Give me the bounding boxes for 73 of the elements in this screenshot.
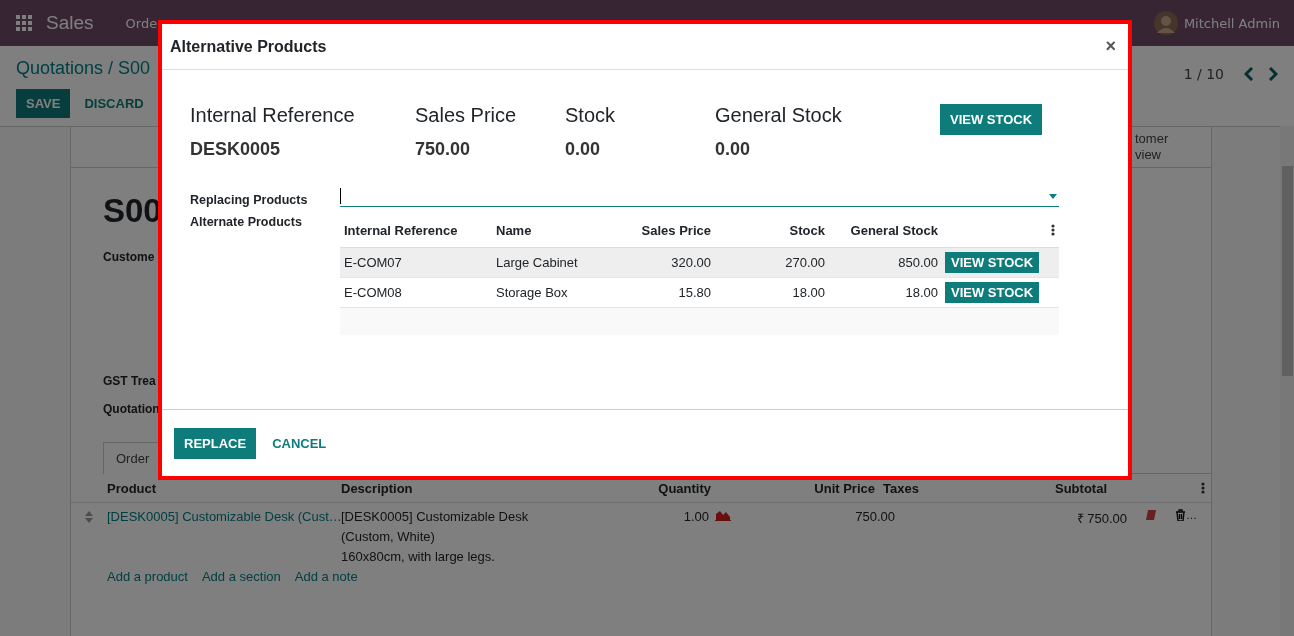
avatar-icon	[1153, 11, 1178, 35]
description-line: [DESK0005] Customizable Desk	[341, 508, 530, 526]
truncation-mark: …	[1186, 509, 1197, 521]
menu-item[interactable]: Orde	[125, 15, 158, 31]
more-options-icon	[1051, 224, 1055, 236]
add-link[interactable]: Add a product	[107, 569, 188, 584]
close-button[interactable]: ×	[1099, 35, 1122, 58]
view-stock-button[interactable]: VIEW STOCK	[945, 282, 1040, 303]
column-header: Product	[107, 480, 158, 496]
summary-value: 750.00	[415, 139, 472, 160]
field-label: Quotation	[103, 402, 160, 416]
summary-label: Sales Price	[415, 104, 518, 127]
table-cell-text: 18.00	[791, 285, 825, 300]
table-cell-text: Storage Box	[496, 285, 569, 300]
table-cell-text: 18.00	[904, 285, 938, 300]
field-label: Custome	[103, 250, 155, 264]
next-icon[interactable]	[1268, 67, 1278, 81]
column-header: Taxes	[882, 480, 920, 496]
field-label: GST Trea	[103, 374, 156, 388]
column-header: General Stock	[849, 222, 938, 238]
summary-value: 0.00	[565, 139, 602, 160]
column-header: Description	[341, 480, 414, 496]
product-link[interactable]: [DESK0005] Customizable Desk (Cust…	[107, 509, 341, 524]
summary-label: Stock	[565, 104, 617, 127]
view-stock-button[interactable]: VIEW STOCK	[945, 252, 1040, 273]
table-cell-text: 270.00	[784, 255, 825, 270]
column-header: Sales Price	[640, 222, 711, 238]
column-header: Quantity	[657, 480, 711, 496]
text-button[interactable]: CANCEL	[262, 427, 337, 459]
column-header: Name	[496, 222, 533, 238]
area-chart-icon	[715, 509, 731, 521]
summary-label: General Stock	[715, 104, 843, 127]
table-cell-text: E-COM08	[343, 285, 403, 300]
column-header: Stock	[788, 222, 825, 238]
primary-button[interactable]: SAVE	[16, 89, 71, 118]
field-label: Alternate Products	[190, 214, 303, 231]
table-cell-text: 15.80	[677, 285, 711, 300]
user-name[interactable]: Mitchell Admin	[1183, 15, 1280, 31]
description-line: 160x80cm, with large legs.	[341, 548, 496, 566]
scrollbar[interactable]	[1280, 126, 1294, 636]
product-select-field[interactable]	[340, 186, 1059, 207]
add-link[interactable]: Add a note	[294, 569, 358, 584]
table-cell-text: E-COM07	[343, 255, 403, 270]
table-cell-text: Large Cabinet	[496, 255, 579, 270]
description-line: (Custom, White)	[341, 528, 436, 546]
summary-label: Internal Reference	[190, 104, 356, 127]
breadcrumb[interactable]: Quotations / S00	[16, 58, 154, 79]
record-title: S00	[103, 192, 162, 230]
app-name: Sales	[46, 12, 94, 34]
field-label: Replacing Products	[190, 193, 309, 207]
add-link[interactable]: Add a section	[201, 569, 281, 584]
book-icon	[1145, 509, 1157, 521]
table-row[interactable]: E-COM07 Large Cabinet 320.00 270.00 850.00 VIEW STOCK	[340, 248, 1059, 278]
apps-menu-icon[interactable]	[16, 15, 32, 31]
table-cell: 1.00	[683, 509, 709, 524]
column-header: Unit Price	[813, 480, 875, 496]
previous-icon[interactable]	[1244, 67, 1254, 81]
more-options-icon	[1201, 482, 1205, 494]
view-stock-button[interactable]: VIEW STOCK	[940, 104, 1043, 135]
table-cell-text: ₹ 750.00	[1076, 510, 1127, 527]
column-header: Subtotal	[1054, 480, 1107, 496]
table-cell-text: 320.00	[670, 255, 711, 270]
table-cell-text: 750.00	[854, 509, 895, 524]
column-header: Internal Reference	[343, 222, 459, 238]
table-cell-text: 850.00	[897, 255, 938, 270]
pager-value: 1 / 10	[1183, 66, 1224, 82]
summary-value: DESK0005	[190, 139, 282, 160]
drag-handle-icon	[85, 511, 93, 523]
trash-icon[interactable]	[1175, 509, 1186, 521]
dialog-title: Alternative Products	[170, 37, 327, 56]
summary-value: 0.00	[715, 139, 752, 160]
text-button[interactable]: DISCARD	[74, 89, 154, 118]
primary-button[interactable]: REPLACE	[174, 427, 257, 459]
